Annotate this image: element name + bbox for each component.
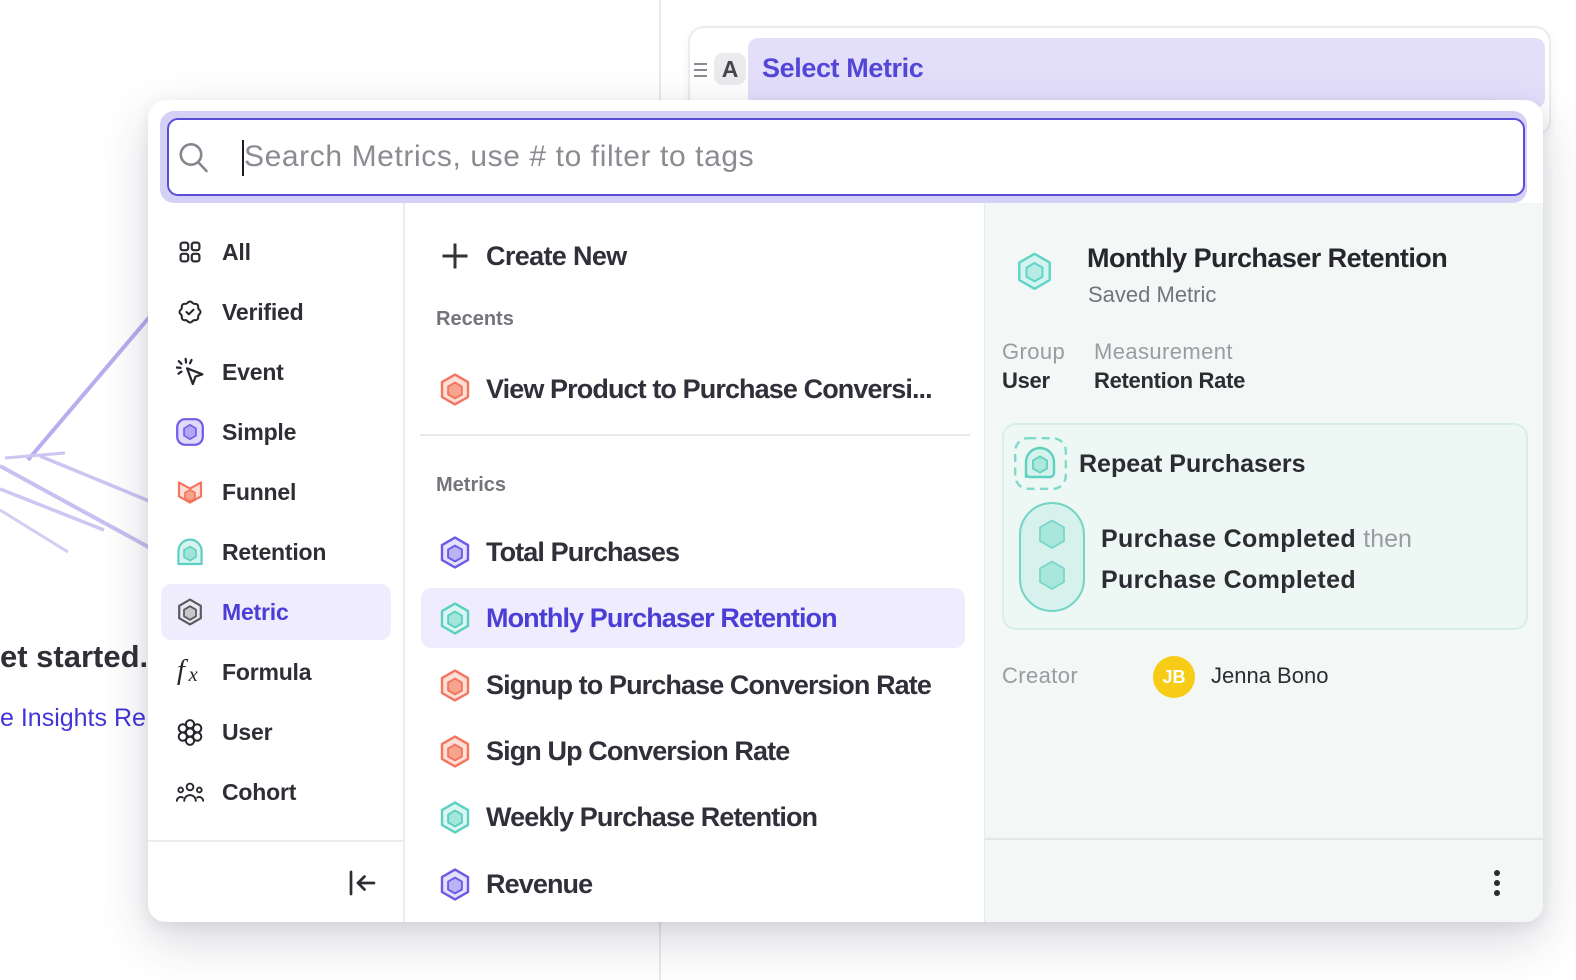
svg-text:f: f (177, 658, 189, 686)
svg-text:x: x (188, 663, 198, 685)
